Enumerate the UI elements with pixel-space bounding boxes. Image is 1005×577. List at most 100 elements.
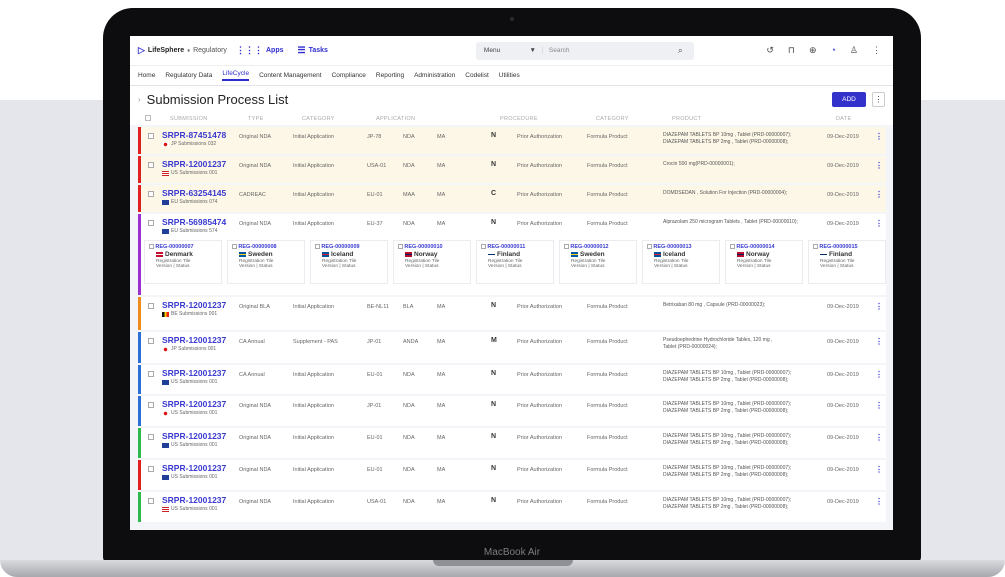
- table-row[interactable]: SRPR-12001237 US Submissions 001 Original …: [138, 460, 886, 490]
- submission-id-link[interactable]: SRPR-12001237: [162, 368, 226, 378]
- registration-tile[interactable]: REG-00000008 Sweden Registration Tile Versi…: [227, 240, 305, 284]
- row-checkbox[interactable]: [148, 402, 154, 408]
- row-checkbox[interactable]: [148, 434, 154, 440]
- submission-id-link[interactable]: SRPR-63254145: [162, 188, 226, 198]
- app-kind-cell: MAA: [403, 192, 415, 198]
- row-checkbox[interactable]: [148, 162, 154, 168]
- row-checkbox[interactable]: [148, 191, 154, 197]
- tab-compliance[interactable]: Compliance: [332, 72, 366, 79]
- registration-tile[interactable]: REG-00000015 Finland Registration Tile Vers…: [808, 240, 886, 284]
- row-menu-icon[interactable]: ⋮: [875, 370, 883, 379]
- registration-id-link[interactable]: REG-00000015: [819, 244, 857, 250]
- add-button[interactable]: ADD: [832, 91, 866, 107]
- registration-id-link[interactable]: REG-00000008: [238, 244, 276, 250]
- page-menu-button[interactable]: ⋮: [872, 91, 885, 107]
- user-icon[interactable]: ♙: [850, 45, 858, 56]
- table-row[interactable]: SRPR-12001237 US Submissions 001 CA Annual…: [138, 365, 886, 394]
- tab-codelist[interactable]: Codelist: [465, 72, 488, 79]
- search-input[interactable]: Search: [541, 47, 678, 54]
- table-row[interactable]: SRPR-56985474 EU Submissions 574 Original …: [138, 214, 886, 295]
- submission-id-link[interactable]: SRPR-12001237: [162, 399, 226, 409]
- row-checkbox[interactable]: [148, 133, 154, 139]
- submission-id-link[interactable]: SRPR-12001237: [162, 335, 226, 345]
- registration-id-link[interactable]: REG-00000009: [321, 244, 359, 250]
- submission-id-link[interactable]: SRPR-12001237: [162, 463, 226, 473]
- app-logo[interactable]: ▷ LifeSphere ® Regulatory: [138, 45, 236, 56]
- bookmark-icon[interactable]: ⊓: [788, 45, 795, 56]
- tab-content-management[interactable]: Content Management: [259, 72, 322, 79]
- select-all-checkbox[interactable]: [145, 115, 151, 121]
- row-checkbox[interactable]: [148, 303, 154, 309]
- registration-checkbox[interactable]: [398, 244, 403, 250]
- registration-tile[interactable]: REG-00000011 Finland Registration Tile Vers…: [476, 240, 554, 284]
- tab-administration[interactable]: Administration: [414, 72, 455, 79]
- row-checkbox[interactable]: [148, 338, 154, 344]
- row-menu-icon[interactable]: ⋮: [875, 497, 883, 506]
- row-menu-icon[interactable]: ⋮: [875, 190, 883, 199]
- row-menu-icon[interactable]: ⋮: [875, 337, 883, 346]
- registration-country: Iceland: [322, 251, 383, 258]
- registration-checkbox[interactable]: [232, 244, 237, 250]
- row-checkbox[interactable]: [148, 498, 154, 504]
- table-row[interactable]: SRPR-12001237 US Submissions 001 Original …: [138, 396, 886, 426]
- tab-home[interactable]: Home: [138, 72, 155, 79]
- history-icon[interactable]: ↺: [766, 45, 774, 56]
- registration-id-link[interactable]: REG-00000014: [736, 244, 774, 250]
- tab-regulatory-data[interactable]: Regulatory Data: [165, 72, 212, 79]
- tasks-button[interactable]: ☰ Tasks: [298, 45, 328, 56]
- submission-id-link[interactable]: SRPR-12001237: [162, 159, 226, 169]
- row-menu-icon[interactable]: ⋮: [875, 161, 883, 170]
- registration-checkbox[interactable]: [647, 244, 652, 250]
- row-checkbox[interactable]: [148, 371, 154, 377]
- registration-id-link[interactable]: REG-00000012: [570, 244, 608, 250]
- search-icon[interactable]: ⌕: [678, 45, 694, 56]
- registration-tile[interactable]: REG-00000007 Denmark Registration Tile Vers…: [144, 240, 222, 284]
- registration-checkbox[interactable]: [813, 244, 818, 250]
- row-menu-icon[interactable]: ⋮: [875, 465, 883, 474]
- registration-checkbox[interactable]: [564, 244, 569, 250]
- row-menu-icon[interactable]: ⋮: [875, 401, 883, 410]
- row-menu-icon[interactable]: ⋮: [875, 132, 883, 141]
- application-cell: USA-01: [367, 163, 387, 169]
- row-menu-icon[interactable]: ⋮: [875, 219, 883, 228]
- table-row[interactable]: SRPR-63254145 EU Submissions 074 CADREAC In…: [138, 185, 886, 212]
- row-checkbox[interactable]: [148, 220, 154, 226]
- tab-utilities[interactable]: Utilities: [499, 72, 520, 79]
- registration-checkbox[interactable]: [315, 244, 320, 250]
- registration-checkbox[interactable]: [149, 244, 154, 250]
- product-cell: DIAZEPAM TABLETS BP 10mg , Tablet (PRD-0…: [663, 401, 818, 415]
- row-menu-icon[interactable]: ⋮: [875, 433, 883, 442]
- tab-lifecycle[interactable]: LifeCycle: [222, 70, 250, 81]
- registration-checkbox[interactable]: [730, 244, 735, 250]
- table-row[interactable]: SRPR-12001237 US Submissions 001 Original …: [138, 492, 886, 522]
- more-icon[interactable]: ⋮: [872, 45, 881, 56]
- registration-id-link[interactable]: REG-00000007: [155, 244, 193, 250]
- registration-tile[interactable]: REG-00000010 Norway Registration Tile Versi…: [393, 240, 471, 284]
- registration-id-link[interactable]: REG-00000010: [404, 244, 442, 250]
- zoom-icon[interactable]: ⊕: [809, 45, 817, 56]
- table-row[interactable]: SRPR-12001237 BE Submissions 001 Original …: [138, 297, 886, 330]
- registration-checkbox[interactable]: [481, 244, 486, 250]
- registration-tile[interactable]: REG-00000012 Sweden Registration Tile Versi…: [559, 240, 637, 284]
- registration-tile[interactable]: REG-00000013 Iceland Registration Tile Vers…: [642, 240, 720, 284]
- search-scope-select[interactable]: Menu ▼: [476, 47, 542, 54]
- registration-id-link[interactable]: REG-00000011: [487, 244, 525, 250]
- tab-reporting[interactable]: Reporting: [376, 72, 404, 79]
- table-row[interactable]: SRPR-12001237 US Submissions 001 Original …: [138, 428, 886, 458]
- apps-button[interactable]: ⋮⋮⋮ Apps: [236, 45, 284, 56]
- chevron-right-icon[interactable]: ›: [138, 95, 141, 104]
- table-row[interactable]: SRPR-12001237 US Submissions 001 Original …: [138, 156, 886, 183]
- submission-id-link[interactable]: SRPR-56985474: [162, 217, 226, 227]
- table-row[interactable]: SRPR-87451478 JP Submissions 032 Original …: [138, 127, 886, 154]
- row-menu-icon[interactable]: ⋮: [875, 302, 883, 311]
- submission-id-link[interactable]: SRPR-12001237: [162, 300, 226, 310]
- submission-id-link[interactable]: SRPR-12001237: [162, 495, 226, 505]
- submission-id-link[interactable]: SRPR-87451478: [162, 130, 226, 140]
- row-checkbox[interactable]: [148, 466, 154, 472]
- registration-tile[interactable]: REG-00000014 Norway Registration Tile Versi…: [725, 240, 803, 284]
- table-row[interactable]: SRPR-12001237 JP Submissions 001 CA Annual…: [138, 332, 886, 363]
- registration-tile[interactable]: REG-00000009 Iceland Registration Tile Vers…: [310, 240, 388, 284]
- submission-id-link[interactable]: SRPR-12001237: [162, 431, 226, 441]
- registration-id-link[interactable]: REG-00000013: [653, 244, 691, 250]
- notification-icon[interactable]: ◔: [830, 45, 835, 56]
